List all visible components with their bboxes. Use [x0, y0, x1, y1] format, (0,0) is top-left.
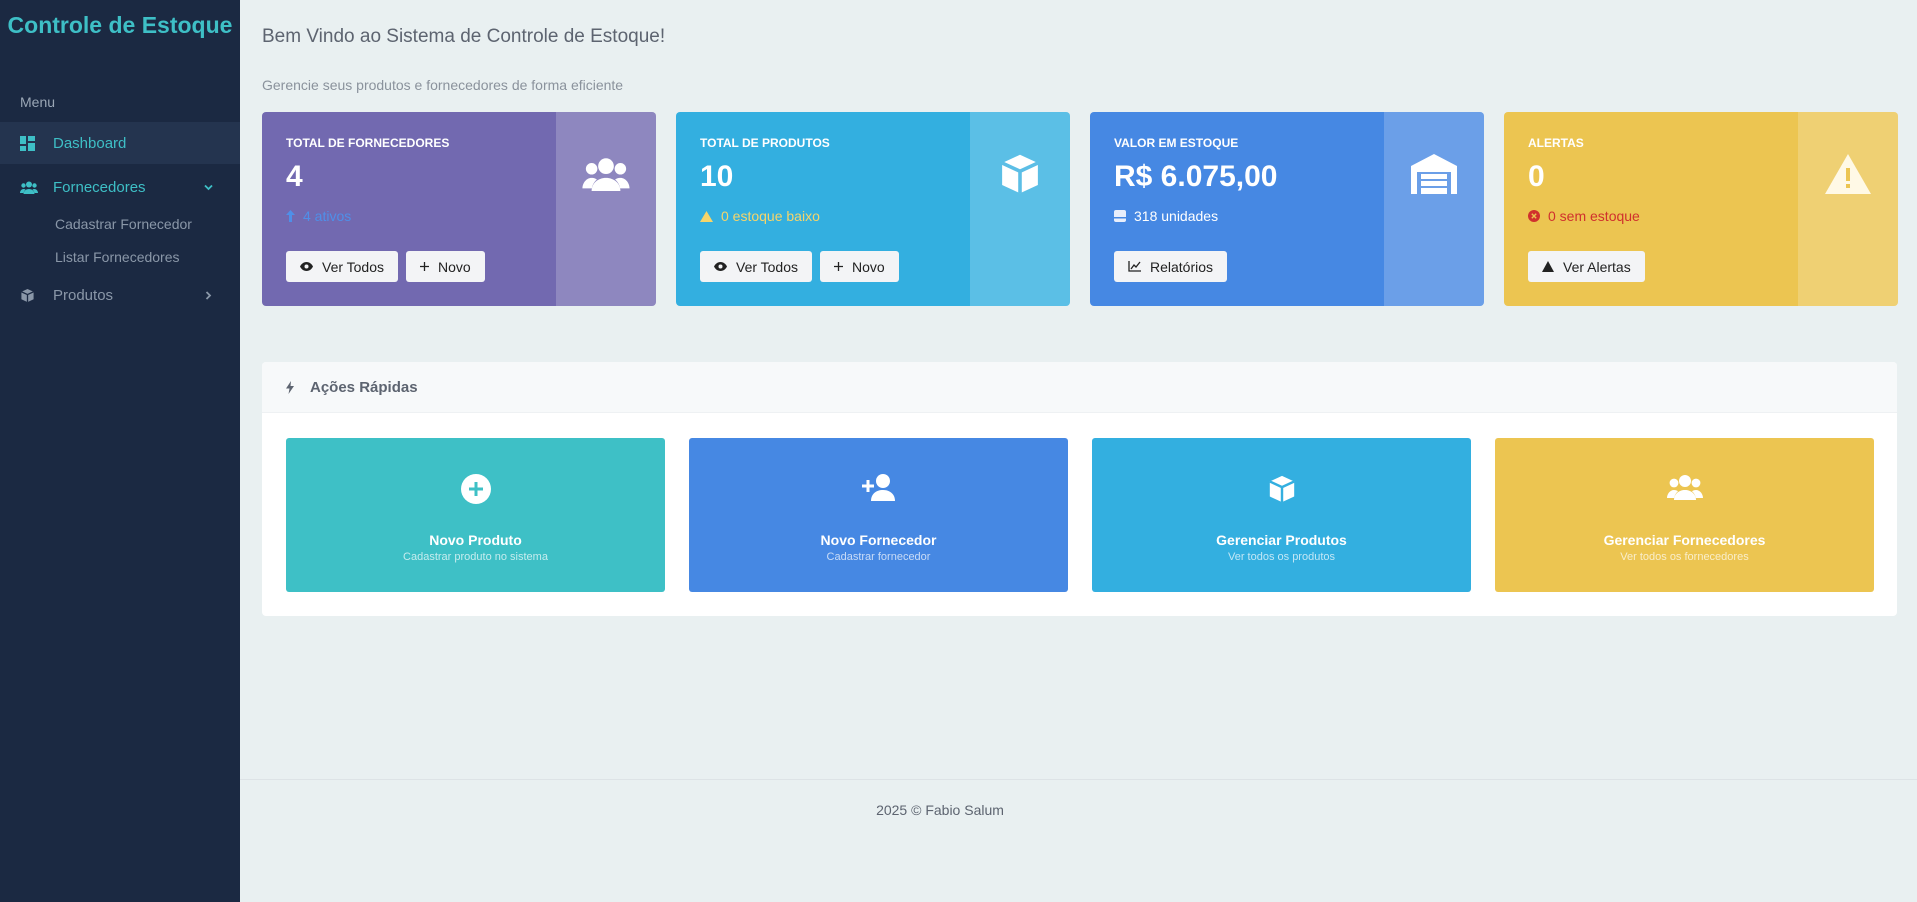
- box-icon: [998, 152, 1042, 201]
- button-label: Ver Todos: [736, 258, 799, 275]
- plus-circle-icon: [286, 474, 665, 504]
- stat-title: TOTAL DE PRODUTOS: [700, 136, 830, 150]
- sidebar-subitem-listar-fornecedores[interactable]: Listar Fornecedores: [0, 241, 240, 274]
- stat-note: 0 estoque baixo: [700, 208, 820, 224]
- stat-note: 318 unidades: [1114, 208, 1218, 224]
- stat-value: 10: [700, 160, 734, 193]
- warehouse-icon: [1411, 153, 1457, 199]
- warning-icon: [1825, 153, 1871, 199]
- stat-note-text: 0 sem estoque: [1548, 208, 1640, 224]
- users-icon: [20, 179, 42, 195]
- button-label: Ver Alertas: [1563, 258, 1631, 275]
- menu-label: Menu: [20, 94, 56, 110]
- ver-todos-fornecedores-button[interactable]: Ver Todos: [286, 251, 399, 282]
- sidebar-item-label: Produtos: [53, 286, 114, 304]
- eye-icon: [300, 262, 313, 271]
- warning-icon: [700, 210, 713, 222]
- users-icon: [1495, 474, 1874, 500]
- stat-card-alertas: ALERTAS 0 0 sem estoque Ver Alertas: [1504, 112, 1898, 306]
- quick-action-gerenciar-fornecedores[interactable]: Gerenciar Fornecedores Ver todos os forn…: [1495, 438, 1874, 592]
- stat-icon-panel: [1798, 112, 1898, 306]
- sidebar-subitem-cadastrar-fornecedor[interactable]: Cadastrar Fornecedor: [0, 208, 240, 241]
- tile-subtitle: Cadastrar produto no sistema: [403, 551, 548, 563]
- box-icon: [1092, 474, 1471, 504]
- quick-action-novo-produto[interactable]: Novo Produto Cadastrar produto no sistem…: [286, 438, 665, 592]
- stat-note-text: 318 unidades: [1134, 208, 1219, 224]
- times-circle-icon: [1528, 210, 1540, 222]
- page-title: Bem Vindo ao Sistema de Controle de Esto…: [262, 26, 666, 47]
- tile-subtitle: Ver todos os fornecedores: [1620, 551, 1749, 563]
- quick-actions-panel: Ações Rápidas Novo Produto Cadastrar pro…: [262, 362, 1897, 616]
- button-label: Ver Todos: [322, 258, 385, 275]
- chart-line-icon: [1128, 261, 1141, 272]
- novo-fornecedor-button[interactable]: Novo: [406, 251, 485, 282]
- tile-subtitle: Ver todos os produtos: [1227, 551, 1335, 563]
- stat-card-fornecedores: TOTAL DE FORNECEDORES 4 4 ativos Ver Tod…: [262, 112, 656, 306]
- tile-title: Gerenciar Produtos: [1216, 532, 1347, 548]
- bolt-icon: [286, 380, 294, 394]
- page-subtitle: Gerencie seus produtos e fornecedores de…: [262, 77, 624, 93]
- novo-produto-button[interactable]: Novo: [820, 251, 899, 282]
- stat-note: 4 ativos: [286, 208, 351, 224]
- eye-icon: [714, 262, 727, 271]
- stat-icon-panel: [1384, 112, 1484, 306]
- quick-actions-header: Ações Rápidas: [262, 362, 1897, 413]
- stat-note-text: 0 estoque baixo: [721, 208, 820, 224]
- quick-actions-title: Ações Rápidas: [310, 378, 418, 396]
- dashboard-icon: [20, 135, 42, 151]
- quick-action-novo-fornecedor[interactable]: Novo Fornecedor Cadastrar fornecedor: [689, 438, 1068, 592]
- box-icon: [20, 287, 42, 303]
- plus-icon: [420, 262, 430, 271]
- sidebar-item-dashboard[interactable]: Dashboard: [0, 122, 240, 164]
- relatorios-button[interactable]: Relatórios: [1114, 251, 1228, 282]
- sidebar-item-label: Dashboard: [53, 134, 127, 152]
- footer-divider: [240, 779, 1917, 780]
- warning-icon: [1542, 261, 1554, 272]
- chevron-right-icon: [203, 288, 214, 305]
- tile-title: Novo Produto: [429, 532, 522, 548]
- sidebar-item-produtos[interactable]: Produtos: [0, 274, 240, 316]
- stat-title: VALOR EM ESTOQUE: [1114, 136, 1239, 150]
- sidebar-item-fornecedores[interactable]: Fornecedores: [0, 166, 240, 208]
- stat-title: ALERTAS: [1528, 136, 1584, 150]
- button-label: Relatórios: [1150, 258, 1214, 275]
- ver-todos-produtos-button[interactable]: Ver Todos: [700, 251, 813, 282]
- tile-subtitle: Cadastrar fornecedor: [826, 551, 931, 563]
- brand-title[interactable]: Controle de Estoque: [0, 0, 240, 80]
- stat-card-valor-estoque: VALOR EM ESTOQUE R$ 6.075,00 318 unidade…: [1090, 112, 1484, 306]
- users-icon: [581, 157, 631, 196]
- stat-note-text: 4 ativos: [303, 208, 352, 224]
- arrow-up-icon: [286, 210, 295, 222]
- user-plus-icon: [689, 474, 1068, 501]
- button-label: Novo: [852, 258, 885, 275]
- stat-icon-panel: [970, 112, 1070, 306]
- chevron-down-icon: [203, 180, 214, 197]
- stat-value: R$ 6.075,00: [1114, 160, 1278, 193]
- stat-title: TOTAL DE FORNECEDORES: [286, 136, 450, 150]
- footer-text: 2025 © Fabio Salum: [876, 802, 1004, 818]
- tile-title: Novo Fornecedor: [820, 532, 937, 548]
- cube-icon: [1114, 210, 1126, 222]
- stat-card-produtos: TOTAL DE PRODUTOS 10 0 estoque baixo Ver…: [676, 112, 1070, 306]
- plus-icon: [834, 262, 844, 271]
- quick-action-gerenciar-produtos[interactable]: Gerenciar Produtos Ver todos os produtos: [1092, 438, 1471, 592]
- ver-alertas-button[interactable]: Ver Alertas: [1528, 251, 1645, 282]
- stat-value: 0: [1528, 160, 1545, 193]
- sidebar: Controle de Estoque Menu Dashboard Forne…: [0, 0, 240, 902]
- tile-title: Gerenciar Fornecedores: [1603, 532, 1766, 548]
- sidebar-item-label: Fornecedores: [53, 178, 146, 196]
- stat-note: 0 sem estoque: [1528, 208, 1640, 224]
- stat-value: 4: [286, 160, 303, 193]
- button-label: Novo: [438, 258, 471, 275]
- main-content: Bem Vindo ao Sistema de Controle de Esto…: [240, 0, 1917, 902]
- stat-icon-panel: [556, 112, 656, 306]
